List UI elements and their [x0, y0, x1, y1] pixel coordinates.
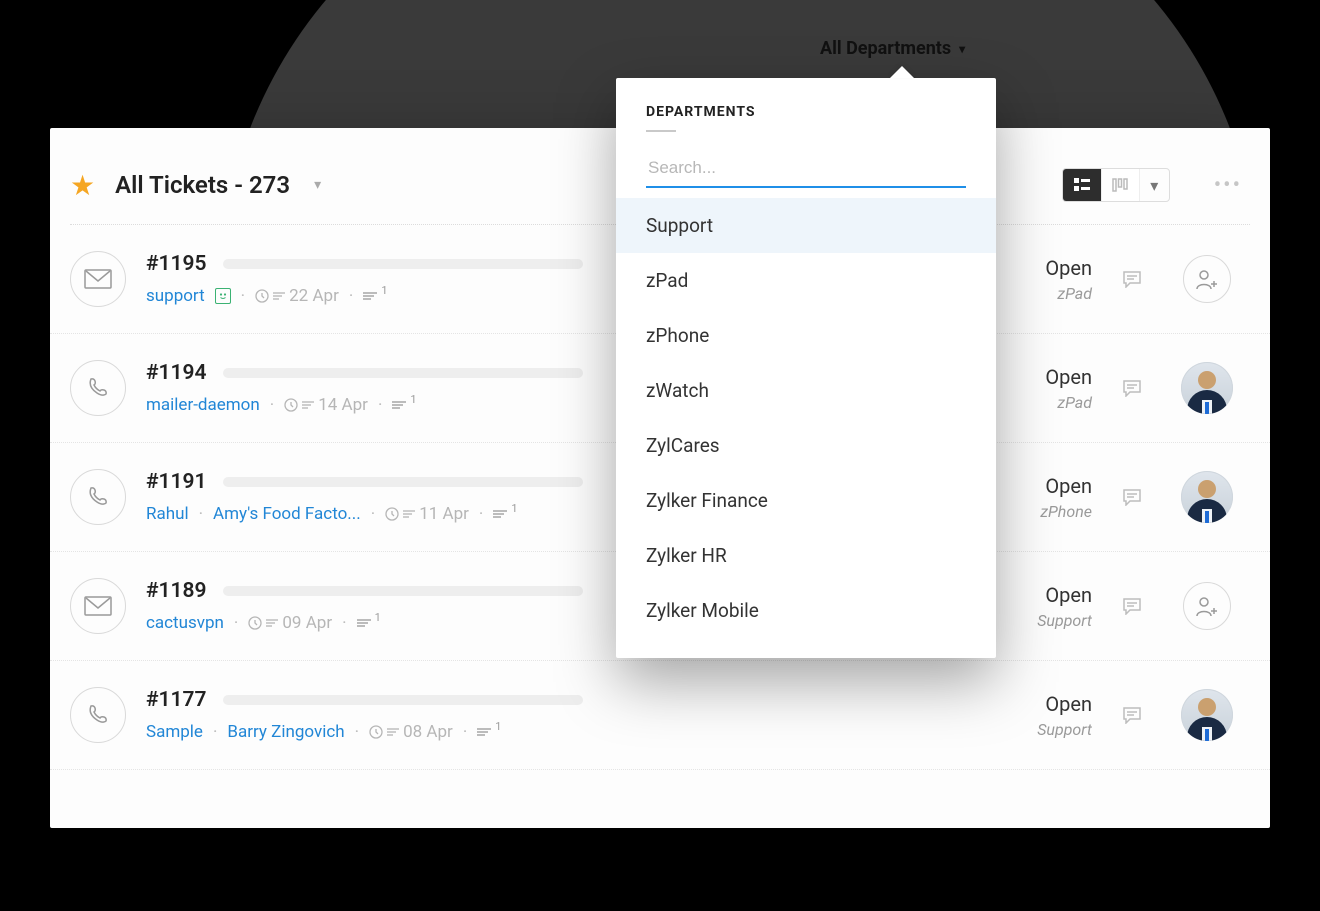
ticket-contact-link[interactable]: cactusvpn	[146, 613, 224, 633]
ticket-date: 09 Apr	[248, 613, 332, 633]
department-option[interactable]: zWatch	[616, 363, 996, 418]
department-option[interactable]: zPhone	[616, 308, 996, 363]
ticket-status: Open	[972, 692, 1092, 716]
ticket-id[interactable]: #1189	[146, 579, 207, 603]
department-option[interactable]: Support	[616, 198, 996, 253]
thread-count: 1	[477, 726, 501, 739]
department-option[interactable]: Zylker HR	[616, 528, 996, 583]
view-list-button[interactable]	[1063, 169, 1101, 201]
ticket-date: 11 Apr	[385, 504, 469, 524]
subject-placeholder	[223, 259, 583, 269]
assign-user-button[interactable]	[1183, 255, 1231, 303]
thread-count: 1	[357, 617, 381, 630]
comment-icon[interactable]	[1112, 597, 1152, 615]
thread-count: 1	[392, 399, 416, 412]
view-options-chevron[interactable]: ▾	[1139, 169, 1169, 201]
assignee-avatar[interactable]	[1181, 362, 1233, 414]
phone-icon	[70, 469, 126, 525]
ticket-department: Support	[972, 720, 1092, 739]
subject-placeholder	[223, 695, 583, 705]
comment-icon[interactable]	[1112, 488, 1152, 506]
ticket-id[interactable]: #1195	[146, 252, 207, 276]
phone-icon	[70, 360, 126, 416]
subject-placeholder	[223, 368, 583, 378]
comment-icon[interactable]	[1112, 270, 1152, 288]
ticket-contact-link[interactable]: Rahul	[146, 504, 189, 524]
comment-icon[interactable]	[1112, 379, 1152, 397]
thread-count: 1	[363, 290, 387, 303]
star-icon[interactable]: ★	[70, 169, 95, 202]
ticket-date: 14 Apr	[284, 395, 368, 415]
ticket-date: 08 Apr	[369, 722, 453, 742]
sentiment-happy-icon	[215, 288, 231, 304]
department-option[interactable]: Zylker Mobile	[616, 583, 996, 638]
view-toggle: ▾	[1062, 168, 1170, 202]
ticket-date: 22 Apr	[255, 286, 339, 306]
view-title[interactable]: All Tickets - 273	[115, 171, 290, 199]
email-icon	[70, 578, 126, 634]
department-option[interactable]: Zylker Finance	[616, 473, 996, 528]
department-search-input[interactable]	[646, 150, 966, 188]
department-option[interactable]: ZylCares	[616, 418, 996, 473]
more-actions-icon[interactable]: •••	[1214, 173, 1242, 198]
assignee-avatar[interactable]	[1181, 471, 1233, 523]
subject-placeholder	[223, 586, 583, 596]
ticket-id[interactable]: #1191	[146, 470, 207, 494]
assign-user-button[interactable]	[1183, 582, 1231, 630]
ticket-row[interactable]: #1177Sample·Barry Zingovich· 08 Apr·1Ope…	[50, 661, 1270, 770]
phone-icon	[70, 687, 126, 743]
department-option[interactable]: zPad	[616, 253, 996, 308]
department-picker-label: All Departments	[820, 38, 951, 59]
view-kanban-button[interactable]	[1101, 169, 1139, 201]
thread-count: 1	[493, 508, 517, 521]
caret-down-icon: ▾	[959, 42, 965, 56]
assignee-avatar[interactable]	[1181, 689, 1233, 741]
department-picker-panel: DEPARTMENTS SupportzPadzPhonezWatchZylCa…	[616, 78, 996, 658]
ticket-id[interactable]: #1194	[146, 361, 207, 385]
ticket-contact-link[interactable]: mailer-daemon	[146, 395, 260, 415]
view-chevron-icon[interactable]: ▾	[314, 177, 321, 193]
subject-placeholder	[223, 477, 583, 487]
department-picker-trigger[interactable]: All Departments ▾	[820, 38, 965, 59]
ticket-id[interactable]: #1177	[146, 688, 207, 712]
ticket-company-link[interactable]: Barry Zingovich	[227, 722, 344, 742]
comment-icon[interactable]	[1112, 706, 1152, 724]
email-icon	[70, 251, 126, 307]
ticket-contact-link[interactable]: support	[146, 286, 205, 306]
ticket-contact-link[interactable]: Sample	[146, 722, 203, 742]
ticket-company-link[interactable]: Amy's Food Facto...	[213, 504, 361, 524]
department-panel-heading: DEPARTMENTS	[616, 104, 996, 120]
